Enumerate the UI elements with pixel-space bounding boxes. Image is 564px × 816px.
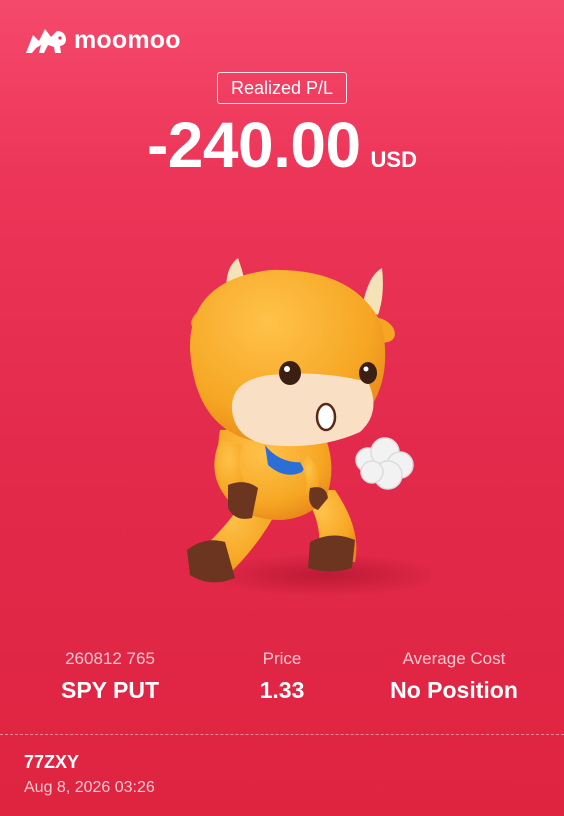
bull-logo-icon bbox=[26, 29, 66, 53]
brand-name: moomoo bbox=[74, 25, 181, 54]
stat-price-value: 1.33 bbox=[259, 677, 305, 703]
stat-price-label: Price bbox=[262, 649, 302, 668]
stat-average-cost: Average Cost No Position bbox=[359, 648, 549, 704]
dashed-divider bbox=[0, 734, 564, 735]
realized-pl-value: -240.00 USD bbox=[0, 108, 564, 182]
realized-pl-label: Realized P/L bbox=[217, 72, 347, 104]
stat-contract-label: 260812 765 bbox=[65, 649, 155, 668]
user-name: 77ZXY bbox=[24, 752, 80, 772]
trade-stats: 260812 765 SPY PUT Price 1.33 Average Co… bbox=[0, 648, 564, 708]
stat-average-cost-label: Average Cost bbox=[402, 649, 506, 668]
brand: moomoo bbox=[24, 24, 181, 56]
stat-contract: 260812 765 SPY PUT bbox=[15, 648, 205, 704]
bull-mascot-icon bbox=[187, 258, 430, 597]
stat-average-cost-value: No Position bbox=[390, 677, 518, 703]
stat-contract-value: SPY PUT bbox=[61, 677, 159, 703]
pl-currency: USD bbox=[370, 147, 417, 172]
stat-price: Price 1.33 bbox=[187, 648, 377, 704]
timestamp: Aug 8, 2026 03:26 bbox=[24, 779, 155, 796]
pl-amount: -240.00 bbox=[146, 109, 361, 181]
